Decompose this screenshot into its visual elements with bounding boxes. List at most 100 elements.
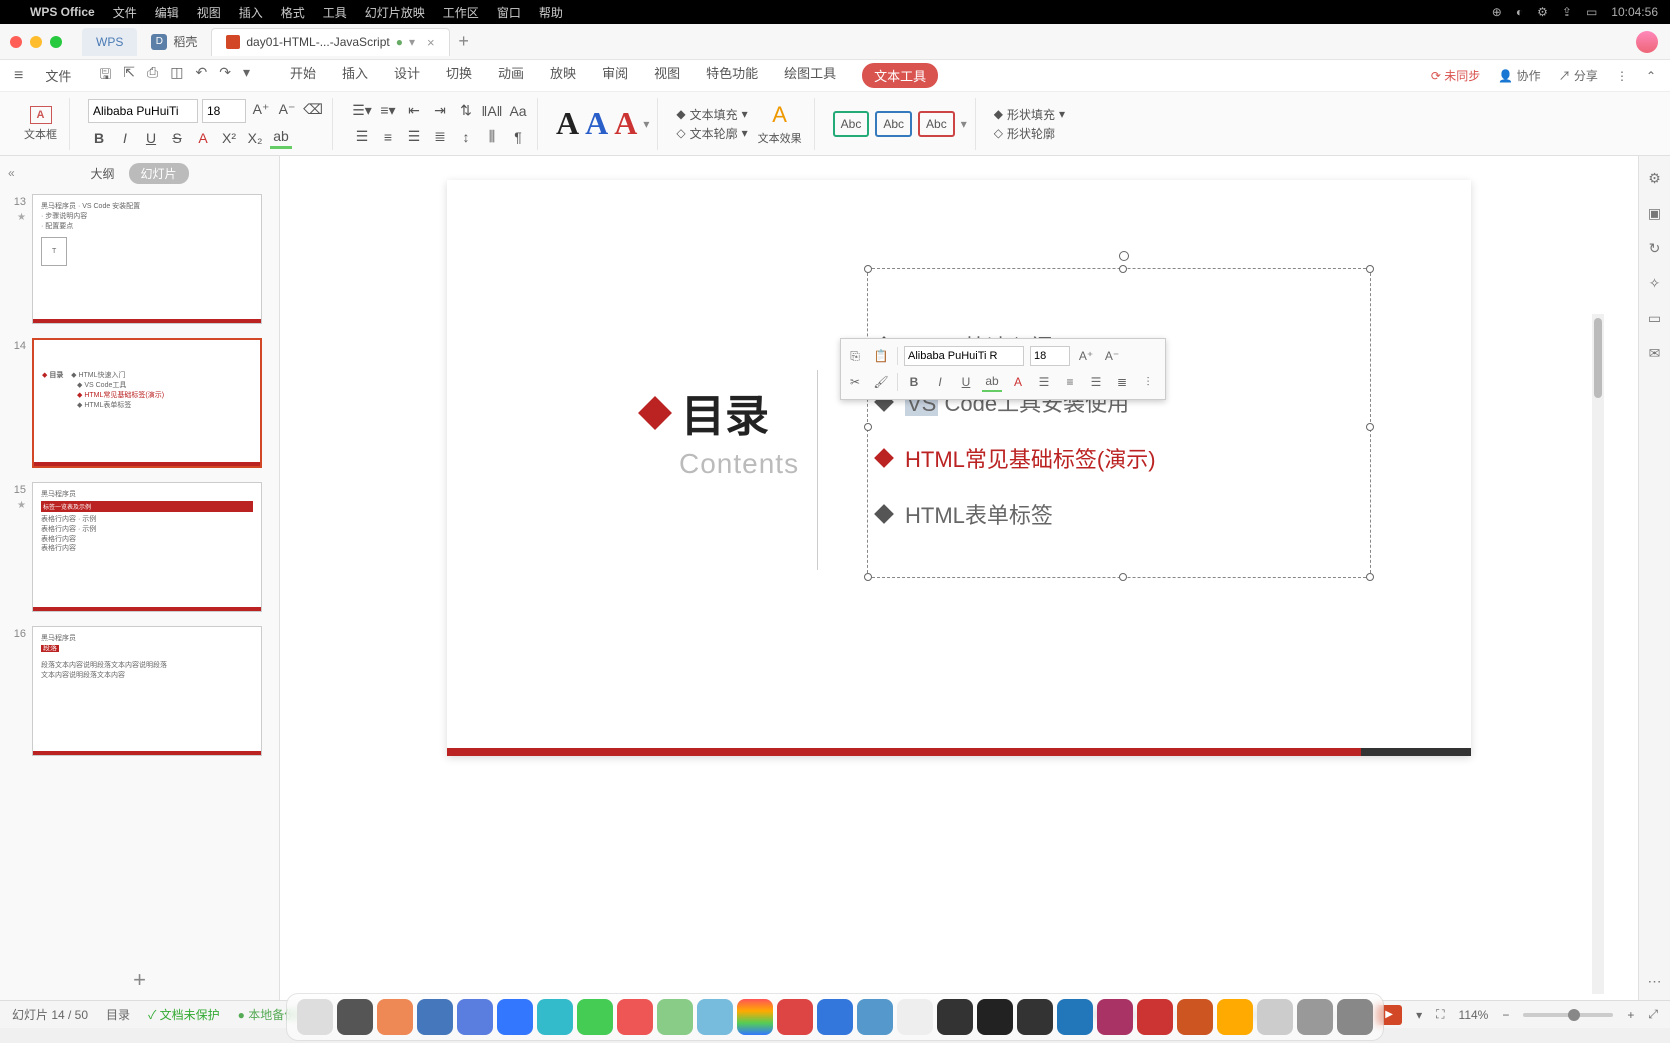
thumbnail-item[interactable]: 14 ◆ 目录 ◆ HTML快速入门 ◆ VS Code工具 ◆ HTML常见基… [8,338,271,468]
resize-handle[interactable] [1366,265,1374,273]
more-icon[interactable]: ▾ [243,64,250,88]
hamburger-icon[interactable]: ≡ [14,67,23,85]
dock-app-icon[interactable] [377,999,413,1035]
export-icon[interactable]: ⇱ [123,64,135,88]
thumbnail-item[interactable]: 16 黑马程序员段落段落文本内容说明段落文本内容说明段落文本内容说明段落文本内容 [8,626,271,756]
tab-features[interactable]: 特色功能 [706,63,758,88]
wordart-style-3[interactable]: A [614,105,637,142]
undo-icon[interactable]: ↶ [195,64,207,88]
thumbnail-13[interactable]: 黑马程序员 · VS Code 安装配置· 步骤说明内容· 配置要点T [32,194,262,324]
text-effect-button[interactable]: A 文本效果 [754,100,806,148]
tab-design[interactable]: 设计 [394,63,420,88]
toc-button[interactable]: 目录 [106,1006,130,1023]
status-icon[interactable]: ◐ [1516,5,1523,19]
thumbnail-item[interactable]: 13★ 黑马程序员 · VS Code 安装配置· 步骤说明内容· 配置要点T [8,194,271,324]
tab-insert[interactable]: 插入 [342,63,368,88]
tab-daoke[interactable]: D 稻壳 [137,28,211,56]
tab-review[interactable]: 审阅 [602,63,628,88]
paste-icon[interactable]: 📋 [871,346,891,366]
shape-style-1[interactable]: Abc [833,111,870,137]
battery-icon[interactable]: ▭ [1586,5,1597,19]
dock-app-icon[interactable] [937,999,973,1035]
zoom-slider[interactable] [1523,1013,1613,1017]
fit-icon[interactable]: ⛶ [1436,1007,1444,1022]
align-center-icon[interactable]: ≡ [377,126,399,148]
save-icon[interactable]: 🖫 [99,64,111,88]
dock-app-icon[interactable] [417,999,453,1035]
dock-app-icon[interactable] [1297,999,1333,1035]
resize-handle[interactable] [864,423,872,431]
resize-handle[interactable] [864,573,872,581]
mini-decrease-font-icon[interactable]: A⁻ [1102,346,1122,366]
copy-icon[interactable]: ⎘ [845,346,865,366]
add-slide-button[interactable]: + [0,960,279,1000]
gallery-icon[interactable]: ▣ [1648,205,1661,222]
dock-app-icon[interactable] [897,999,933,1035]
zoom-out-icon[interactable]: − [1502,1008,1509,1022]
italic-icon[interactable]: I [114,127,136,149]
more-rail-icon[interactable]: ⋯ [1648,973,1662,990]
menu-help[interactable]: 帮助 [539,4,563,21]
menu-view[interactable]: 视图 [197,4,221,21]
file-menu[interactable]: 文件 [45,66,71,85]
columns-icon[interactable]: ⫼ [481,126,503,148]
clear-format-icon[interactable]: ⌫ [302,99,324,121]
dock-app-icon[interactable] [1057,999,1093,1035]
resize-handle[interactable] [1119,265,1127,273]
tab-slideshow[interactable]: 放映 [550,63,576,88]
format-painter-icon[interactable]: 🖌 [871,372,891,392]
dock-app-icon[interactable] [1177,999,1213,1035]
mini-font-color-icon[interactable]: A [1008,372,1028,392]
redo-icon[interactable]: ↷ [219,64,231,88]
tab-transition[interactable]: 切换 [446,63,472,88]
floating-mini-toolbar[interactable]: ⎘ 📋 A⁺ A⁻ ✂ 🖌 B I U ab A ☰ ≡ ☰ ≣ ⫶ [840,338,1166,400]
minimize-window-icon[interactable] [30,36,42,48]
shape-style-3[interactable]: Abc [918,111,955,137]
cut-icon[interactable]: ✂ [845,372,865,392]
slide-canvas-area[interactable]: 目录 Contents HTML快速入门 VS Code工具安装使用 HTML常… [280,156,1638,1000]
indent-inc-icon[interactable]: ⇥ [429,100,451,122]
dock-app-icon[interactable] [457,999,493,1035]
resize-handle[interactable] [1366,423,1374,431]
mini-align-left-icon[interactable]: ☰ [1034,372,1054,392]
zoom-level[interactable]: 114% [1459,1008,1489,1022]
more-menu-icon[interactable]: ⋮ [1616,69,1628,83]
play-dropdown-icon[interactable]: ▾ [1416,1008,1422,1022]
spacing-icon[interactable]: ‖A‖ [481,100,503,122]
decrease-font-icon[interactable]: A⁻ [276,99,298,121]
menu-slideshow[interactable]: 幻灯片放映 [365,4,425,21]
mini-numbering-icon[interactable]: ⫶ [1138,372,1158,392]
resize-handle[interactable] [1366,573,1374,581]
slides-tab-active[interactable]: 幻灯片 [129,163,189,184]
rotate-handle[interactable] [1119,251,1129,261]
numbering-icon[interactable]: ≡▾ [377,100,399,122]
thumbnail-16[interactable]: 黑马程序员段落段落文本内容说明段落文本内容说明段落文本内容说明段落文本内容 [32,626,262,756]
wifi-icon[interactable]: ⇪ [1562,5,1572,19]
dock-app-icon[interactable] [817,999,853,1035]
text-outline-button[interactable]: ◇ 文本轮廓 ▾ [676,125,747,142]
clipboard-icon[interactable]: ✉ [1649,345,1661,362]
template-icon[interactable]: ▭ [1648,310,1661,327]
text-selection-box[interactable] [867,268,1371,578]
dock-app-icon[interactable] [297,999,333,1035]
collab-button[interactable]: 👤 协作 [1498,67,1540,84]
tab-texttools-active[interactable]: 文本工具 [862,63,938,88]
para-icon[interactable]: ¶ [507,126,529,148]
mini-size-select[interactable] [1030,346,1070,366]
tab-start[interactable]: 开始 [290,63,316,88]
bullets-icon[interactable]: ☰▾ [351,100,373,122]
status-icon[interactable]: ⚙ [1537,5,1548,19]
dock-app-icon[interactable] [977,999,1013,1035]
align-right-icon[interactable]: ☰ [403,126,425,148]
menu-workspace[interactable]: 工作区 [443,4,479,21]
mini-font-select[interactable] [904,346,1024,366]
highlight-icon[interactable]: ab [270,127,292,149]
shape-fill-button[interactable]: ◆ 形状填充 ▾ [994,106,1065,123]
thumbnails-list[interactable]: 13★ 黑马程序员 · VS Code 安装配置· 步骤说明内容· 配置要点T … [0,190,279,960]
menu-file[interactable]: 文件 [113,4,137,21]
app-name[interactable]: WPS Office [30,5,95,19]
status-icon[interactable]: ⊕ [1492,5,1502,19]
shape-outline-button[interactable]: ◇ 形状轮廓 [994,125,1065,142]
fullscreen-icon[interactable]: ⤢ [1648,1007,1658,1022]
macos-dock[interactable] [286,993,1384,1041]
